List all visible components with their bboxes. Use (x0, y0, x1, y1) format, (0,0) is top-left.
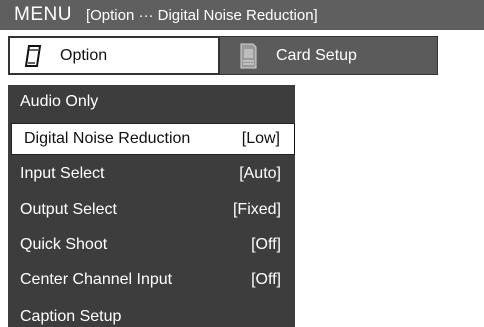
menu-item-center-channel-input[interactable]: Center Channel Input [Off] (8, 264, 295, 296)
menu-item-caption-setup[interactable]: Caption Setup (8, 301, 295, 327)
menu-item-quick-shoot[interactable]: Quick Shoot [Off] (8, 229, 295, 261)
menu-item-label: Output Select (20, 201, 117, 218)
menu-item-digital-noise-reduction[interactable]: Digital Noise Reduction [Low] (11, 123, 295, 155)
menu-item-label: Input Select (20, 165, 105, 182)
menu-item-value: [Off] (251, 271, 281, 288)
menu-item-label: Quick Shoot (20, 236, 108, 253)
menu-item-value: [Low] (241, 130, 280, 147)
menu-item-label: Audio Only (20, 93, 99, 110)
menu-item-audio-only[interactable]: Audio Only (8, 86, 295, 118)
tab-option-label: Option (60, 46, 108, 64)
menu-context-breadcrumb: [Option ··· Digital Noise Reduction] (85, 6, 318, 24)
menu-item-value: [Fixed] (232, 201, 281, 218)
menu-item-value: [Off] (251, 236, 281, 253)
menu-item-output-select[interactable]: Output Select [Fixed] (8, 194, 295, 226)
option-menu-panel: Audio Only Digital Noise Reduction [Low]… (8, 85, 295, 327)
menu-tabs: Option Card Setup (8, 36, 438, 75)
menu-item-label: Caption Setup (20, 308, 122, 325)
menu-title: MENU (14, 4, 72, 25)
title-bar: MENU [Option ··· Digital Noise Reduction… (0, 0, 484, 30)
tab-option[interactable]: Option (8, 36, 220, 75)
menu-item-input-select[interactable]: Input Select [Auto] (8, 158, 295, 190)
option-card-icon (24, 44, 42, 68)
tab-card-setup-label: Card Setup (276, 46, 357, 64)
menu-item-value: [Auto] (239, 165, 281, 182)
tab-card-setup[interactable]: Card Setup (220, 36, 438, 75)
card-setup-icon (238, 43, 258, 69)
menu-item-label: Center Channel Input (20, 271, 173, 288)
menu-item-label: Digital Noise Reduction (24, 130, 191, 147)
